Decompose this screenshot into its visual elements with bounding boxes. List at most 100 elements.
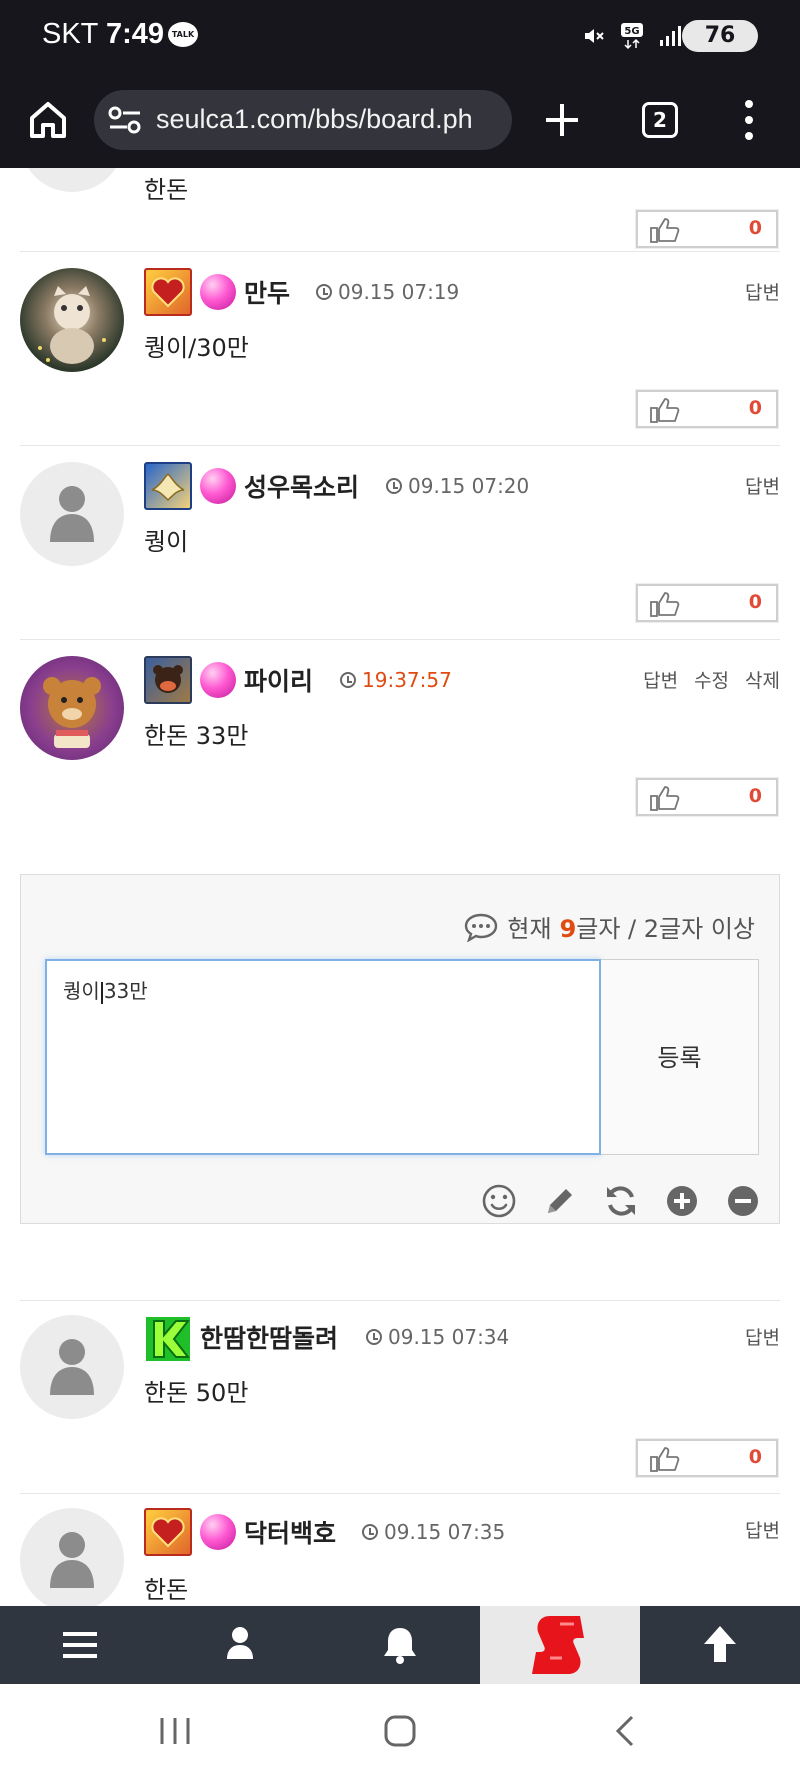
- emoticon-icon[interactable]: [481, 1183, 517, 1219]
- comment-time: 09.15 07:20: [386, 474, 529, 498]
- clock-icon: [386, 478, 402, 494]
- status-icons: 5G: [582, 22, 682, 50]
- comment-nickname[interactable]: 파이리: [244, 662, 313, 698]
- browser-toolbar: seulca1.com/bbs/board.ph 2: [0, 72, 800, 168]
- comment-actions: 답변: [745, 472, 780, 499]
- url-text[interactable]: seulca1.com/bbs/board.ph: [156, 104, 473, 135]
- comment-textarea[interactable]: 퀑이 33만: [45, 959, 601, 1155]
- network-5g-icon: 5G: [621, 23, 643, 50]
- bear-badge-icon: [153, 665, 183, 693]
- clock-time: 7:49: [105, 18, 164, 50]
- clock-icon: [316, 284, 332, 300]
- comment-body: 퀑이/30만: [144, 334, 249, 362]
- site-settings-icon[interactable]: [108, 106, 142, 134]
- avatar: [20, 1315, 124, 1419]
- comment-time: 09.15 07:19: [316, 280, 459, 304]
- signal-icon: [660, 26, 681, 46]
- pencil-icon[interactable]: [542, 1183, 578, 1219]
- edit-link[interactable]: 수정: [694, 666, 729, 693]
- like-button[interactable]: 0: [636, 778, 778, 816]
- comment-editor: 현재 9글자 / 2글자 이상 퀑이 33만 등록: [20, 874, 780, 1224]
- mute-icon: [585, 29, 604, 43]
- comment-time: 09.15 07:34: [366, 1325, 509, 1349]
- comment-body: 한돈 33만: [144, 722, 249, 750]
- counter-prefix: 현재: [507, 915, 552, 943]
- delete-link[interactable]: 삭제: [745, 666, 780, 693]
- scroll-top-button[interactable]: [640, 1606, 800, 1684]
- profile-button[interactable]: [160, 1606, 320, 1684]
- comment-item: 만두 09.15 07:19 답변 퀑이/30만 0: [20, 252, 780, 446]
- refresh-icon[interactable]: [603, 1183, 639, 1219]
- avatar: [20, 168, 124, 192]
- level-icon: [144, 462, 192, 510]
- avatar: [20, 268, 124, 372]
- comment-nickname[interactable]: 만두: [244, 274, 290, 310]
- clock-icon: [340, 672, 356, 688]
- counter-suffix: 글자 / 2글자 이상: [576, 915, 755, 943]
- reply-link[interactable]: 답변: [745, 278, 780, 305]
- hamburger-menu-icon: [63, 1632, 97, 1658]
- s-logo-icon: [532, 1616, 584, 1674]
- like-button[interactable]: 0: [636, 390, 778, 428]
- editor-tools: [481, 1183, 761, 1219]
- like-count: 0: [748, 397, 762, 419]
- reply-link[interactable]: 답변: [745, 1323, 780, 1350]
- gem-badge-icon: [200, 468, 236, 504]
- notifications-button[interactable]: [320, 1606, 480, 1684]
- like-button[interactable]: 0: [636, 210, 778, 248]
- carrier-label: SKT: [42, 18, 98, 50]
- clock-icon: [366, 1329, 382, 1345]
- level-icon: [144, 268, 192, 316]
- gem-badge-icon: [200, 1514, 236, 1550]
- char-counter: 현재 9글자 / 2글자 이상: [463, 909, 755, 944]
- new-tab-icon[interactable]: [542, 100, 582, 140]
- avatar: [20, 656, 124, 760]
- comment-time: 09.15 07:35: [362, 1520, 505, 1544]
- comment-nickname[interactable]: 한땀한땀돌려: [200, 1319, 338, 1355]
- shrink-minus-icon[interactable]: [725, 1183, 761, 1219]
- level-icon: [144, 1315, 192, 1363]
- status-carrier-time: SKT 7:49: [42, 18, 164, 51]
- submit-comment-button[interactable]: 등록: [601, 959, 759, 1155]
- tab-switcher-button[interactable]: 2: [642, 102, 678, 138]
- avatar: [20, 462, 124, 566]
- comment-actions: 답변: [745, 1516, 780, 1543]
- reply-link[interactable]: 답변: [745, 472, 780, 499]
- heart-badge-icon: [151, 277, 185, 308]
- user-placeholder-icon: [50, 1339, 94, 1395]
- like-count: 0: [748, 217, 762, 239]
- reply-link[interactable]: 답변: [643, 666, 678, 693]
- speech-bubble-icon: [465, 913, 498, 942]
- eagle-badge-icon: [151, 472, 185, 502]
- tiger-avatar-image: [38, 286, 106, 364]
- reply-link[interactable]: 답변: [745, 1516, 780, 1543]
- comment-item: 성우목소리 09.15 07:20 답변 퀑이 0: [20, 446, 780, 640]
- site-logo-button[interactable]: [480, 1606, 640, 1684]
- k-badge-icon: [146, 1317, 191, 1361]
- recent-apps-icon[interactable]: [158, 1714, 192, 1748]
- home-nav-icon[interactable]: [383, 1714, 417, 1748]
- comment-actions: 답변 수정 삭제: [643, 666, 780, 693]
- status-bar: SKT 7:49 TALK 5G 76: [0, 0, 800, 72]
- more-menu-icon[interactable]: [744, 98, 754, 142]
- like-button[interactable]: 0: [636, 1439, 778, 1477]
- comment-actions: 답변: [745, 278, 780, 305]
- thumbs-up-icon: [650, 398, 680, 423]
- svg-text:5G: 5G: [624, 26, 639, 37]
- comment-nickname[interactable]: 성우목소리: [244, 468, 359, 504]
- comment-nickname[interactable]: 닥터백호: [244, 1514, 336, 1550]
- thumbs-up-icon: [650, 1447, 680, 1472]
- battery-indicator: 76: [682, 20, 758, 52]
- comment-time: 19:37:57: [340, 668, 452, 692]
- thumbs-up-icon: [650, 592, 680, 617]
- address-bar[interactable]: seulca1.com/bbs/board.ph: [94, 90, 512, 150]
- comment-body: 한돈: [144, 1576, 189, 1604]
- expand-plus-icon[interactable]: [664, 1183, 700, 1219]
- back-icon[interactable]: [608, 1714, 642, 1748]
- home-icon[interactable]: [24, 96, 72, 144]
- like-button[interactable]: 0: [636, 584, 778, 622]
- level-icon: [144, 1508, 192, 1556]
- menu-button[interactable]: [0, 1606, 160, 1684]
- avatar: [20, 1508, 124, 1606]
- user-placeholder-icon: [50, 1532, 94, 1588]
